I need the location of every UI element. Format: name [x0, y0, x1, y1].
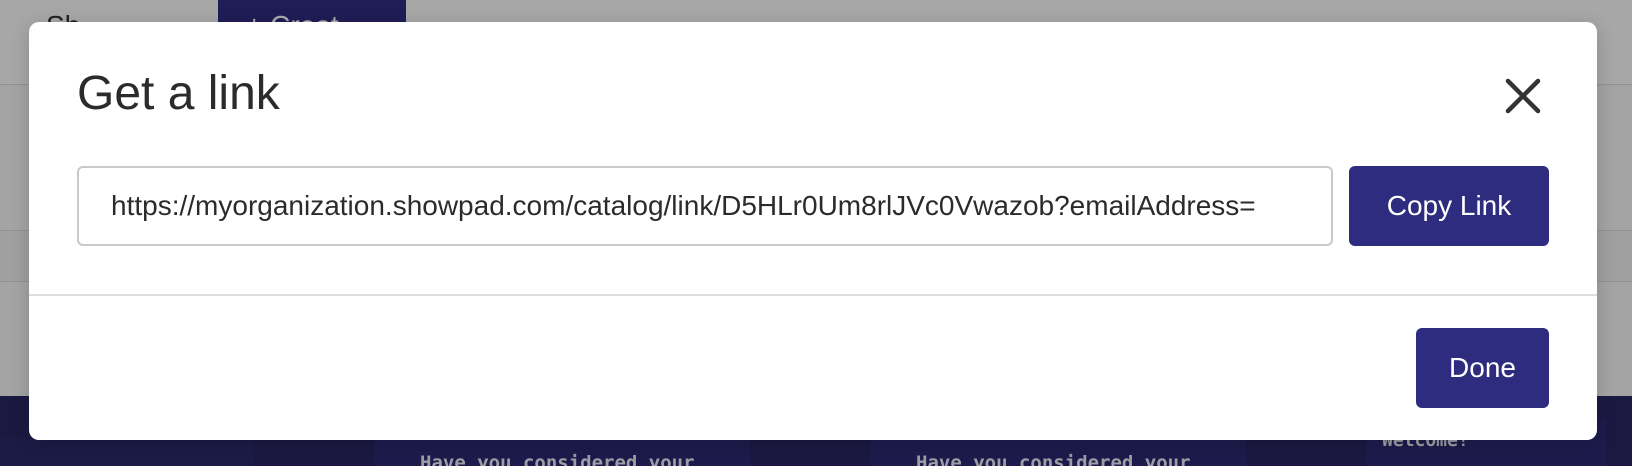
close-button[interactable] [1497, 70, 1549, 122]
close-icon [1505, 78, 1541, 114]
copy-link-button[interactable]: Copy Link [1349, 166, 1549, 246]
done-button[interactable]: Done [1416, 328, 1549, 408]
dialog-divider [29, 294, 1597, 296]
link-url-field[interactable] [77, 166, 1333, 246]
get-link-dialog: Get a link Copy Link Done [29, 22, 1597, 440]
dialog-title: Get a link [77, 67, 280, 120]
